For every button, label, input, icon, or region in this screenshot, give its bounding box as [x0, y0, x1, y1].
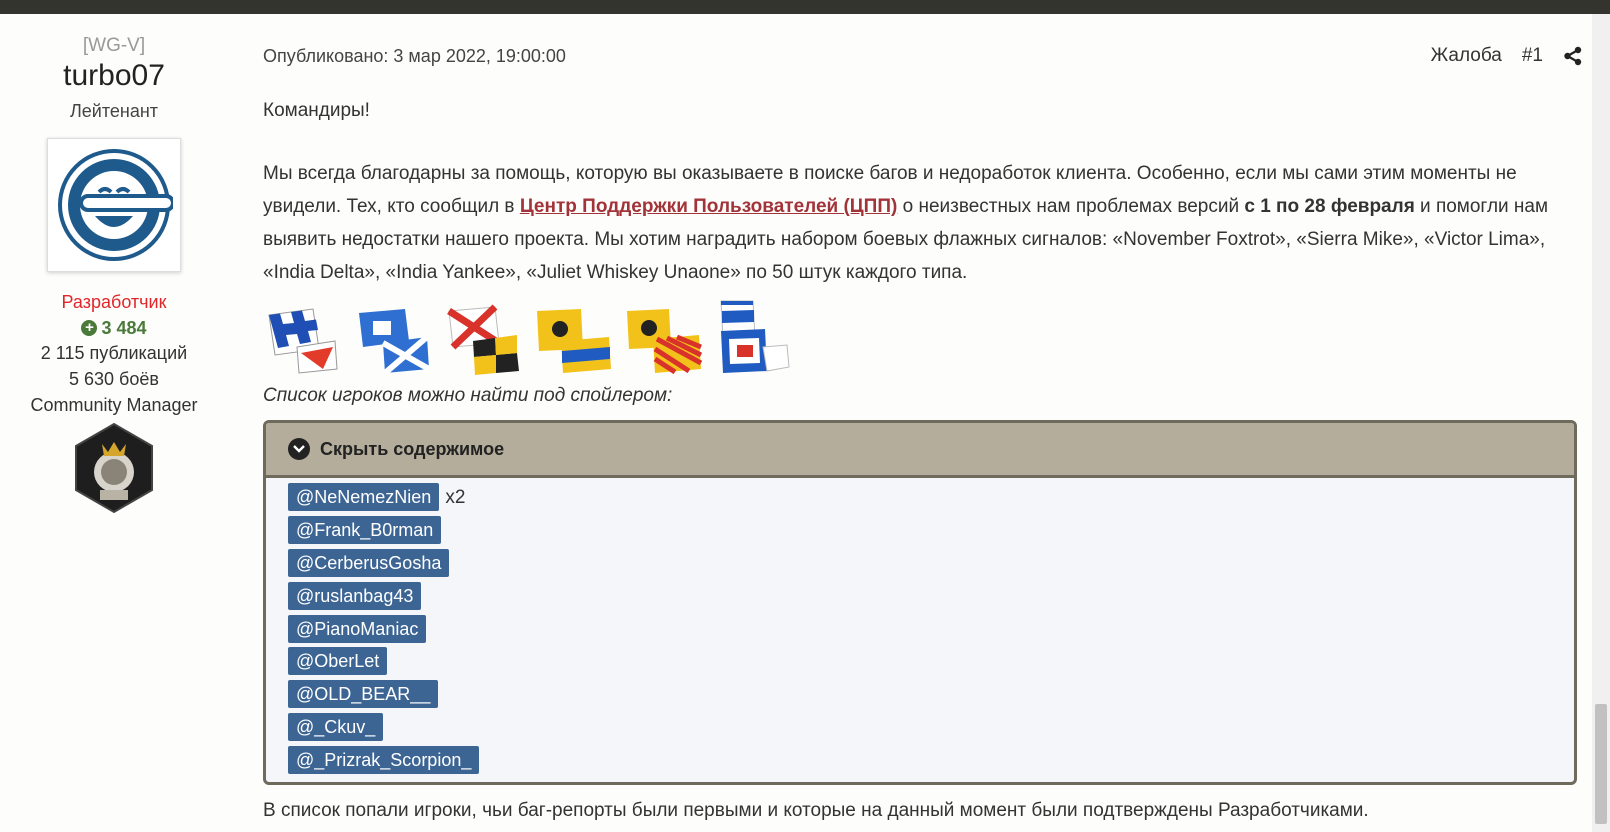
post-greeting: Командиры!: [263, 100, 370, 121]
astronaut-badge-icon[interactable]: [72, 422, 156, 514]
user-mention[interactable]: @ruslanbag43: [288, 581, 422, 610]
sierra-mike-flag-icon: [359, 309, 431, 376]
spoiler-content: @NeNemezNien x2 @Frank_B0rman @CerberusGo…: [266, 478, 1574, 782]
user-mention[interactable]: @_Ckuv_: [288, 712, 384, 741]
list-item: @Frank_B0rman: [288, 514, 1574, 547]
user-mention[interactable]: @PianoManiac: [288, 614, 427, 643]
date-range-bold: с 1 по 28 февраля: [1244, 196, 1415, 217]
author-reputation: + 3 484: [0, 316, 228, 340]
support-center-link[interactable]: Центр Поддержки Пользователей (ЦПП): [520, 196, 898, 217]
signal-flags: [263, 293, 1583, 377]
list-item: @OberLet: [288, 645, 1574, 678]
spoiler-block: Скрыть содержимое @NeNemezNien x2 @Frank_…: [263, 420, 1577, 786]
user-mention[interactable]: @CerberusGosha: [288, 548, 450, 577]
list-item: @PianoManiac: [288, 612, 1574, 645]
post-actions: Жалоба #1: [1431, 36, 1583, 76]
list-item: @ruslanbag43: [288, 579, 1574, 612]
user-mention[interactable]: @NeNemezNien: [288, 483, 440, 512]
paragraph-text-2: о неизвестных нам проблемах версий: [897, 196, 1245, 217]
scrollbar-thumb[interactable]: [1595, 704, 1607, 824]
list-item: @CerberusGosha: [288, 547, 1574, 580]
report-link[interactable]: Жалоба: [1431, 45, 1502, 67]
india-delta-flag-icon: [537, 309, 611, 373]
share-icon[interactable]: [1563, 46, 1583, 66]
author-battles-count: 5 630 боёв: [69, 369, 159, 389]
post-number-link[interactable]: #1: [1522, 45, 1543, 67]
list-item: @_Ckuv_: [288, 711, 1574, 744]
november-foxtrot-flag-icon: [268, 308, 338, 374]
post-date: Опубликовано: 3 мар 2022, 19:00:00: [263, 46, 566, 66]
chevron-down-icon: [288, 438, 310, 460]
author-group: Разработчик: [61, 292, 167, 312]
author-panel: [WG-V] turbo07 Лейтенант Разработчик + 3…: [0, 34, 228, 519]
user-mention[interactable]: @OberLet: [288, 647, 388, 676]
author-title: Community Manager: [30, 395, 198, 415]
author-nickname[interactable]: turbo07: [0, 58, 228, 94]
spoiler-toggle-label: Скрыть содержимое: [320, 438, 505, 459]
user-mention[interactable]: @Frank_B0rman: [288, 516, 442, 545]
user-mention[interactable]: @OLD_BEAR__: [288, 680, 439, 709]
spoiler-intro: Список игроков можно найти под спойлером…: [263, 385, 673, 406]
page-scrollbar[interactable]: [1592, 14, 1610, 832]
post-content: Командиры! Мы всегда благодарны за помощ…: [263, 94, 1583, 786]
author-posts-count: 2 115 публикаций: [40, 343, 188, 363]
spoiler-toggle[interactable]: Скрыть содержимое: [266, 423, 1574, 478]
laughing-man-icon: [58, 149, 173, 261]
author-avatar[interactable]: [47, 138, 181, 272]
author-rank: Лейтенант: [69, 101, 159, 121]
list-item: @OLD_BEAR__: [288, 678, 1574, 711]
top-bar: [0, 0, 1610, 14]
plus-circle-icon: +: [81, 320, 98, 336]
post: Опубликовано: 3 мар 2022, 19:00:00 Жалоб…: [263, 36, 1583, 786]
post-continuation-text: В список попали игроки, чьи баг-репорты …: [263, 800, 1369, 821]
juliet-whiskey-unaone-flag-icon: [720, 300, 790, 373]
india-yankee-flag-icon: [627, 309, 703, 375]
user-mention[interactable]: @_Prizrak_Scorpion_: [288, 745, 480, 774]
reputation-value: 3 484: [101, 318, 147, 338]
list-item: @_Prizrak_Scorpion_: [288, 743, 1574, 776]
victor-lima-flag-icon: [447, 304, 519, 375]
mention-count: x2: [445, 486, 466, 508]
post-paragraph: Мы всегда благодарны за помощь, которую …: [263, 157, 1583, 289]
list-item: @NeNemezNien x2: [288, 481, 1574, 514]
author-clan-tag[interactable]: [WG-V]: [0, 34, 228, 58]
